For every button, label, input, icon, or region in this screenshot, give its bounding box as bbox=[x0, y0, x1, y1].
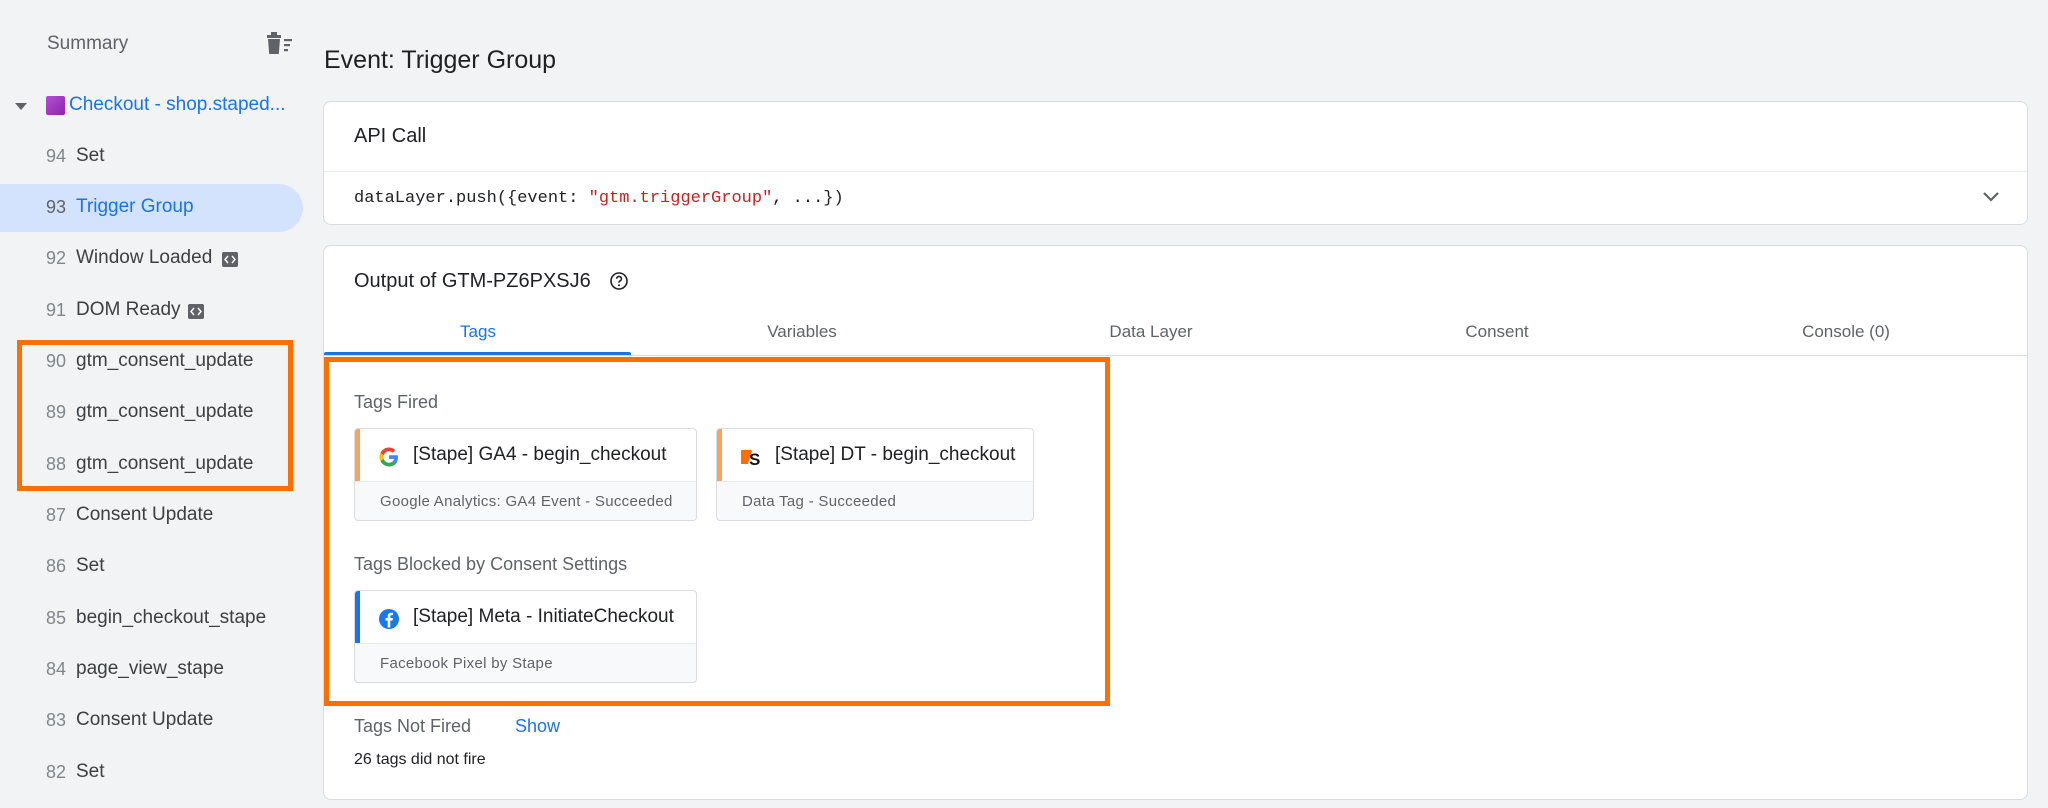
event-item[interactable]: 87 Consent Update bbox=[0, 492, 303, 540]
event-item[interactable]: 82 Set bbox=[0, 749, 303, 797]
event-name: begin_checkout_stape bbox=[76, 607, 267, 628]
code-badge-icon bbox=[188, 304, 204, 319]
event-number: 84 bbox=[46, 659, 67, 679]
api-call-code: dataLayer.push({event: "gtm.triggerGroup… bbox=[354, 189, 844, 208]
event-number: 91 bbox=[46, 300, 67, 320]
code-badge-icon bbox=[222, 252, 238, 267]
tab-tags[interactable]: Tags bbox=[460, 322, 496, 342]
event-number: 86 bbox=[46, 556, 67, 576]
summary-label: Summary bbox=[47, 33, 129, 54]
clear-messages-icon[interactable] bbox=[264, 30, 294, 58]
event-name: Set bbox=[76, 555, 105, 576]
tab-data-layer[interactable]: Data Layer bbox=[1109, 322, 1192, 342]
summary-row[interactable]: Summary bbox=[0, 20, 300, 68]
code-suffix: , ...}) bbox=[772, 189, 844, 208]
event-name: Consent Update bbox=[76, 504, 214, 525]
highlight-box-tags bbox=[324, 357, 1110, 706]
event-item[interactable]: 86 Set bbox=[0, 543, 303, 591]
highlight-box-consent-updates bbox=[17, 340, 293, 491]
event-name: Consent Update bbox=[76, 709, 214, 730]
api-call-title: API Call bbox=[354, 125, 427, 147]
event-number: 87 bbox=[46, 505, 67, 525]
page-title: Event: Trigger Group bbox=[324, 46, 557, 74]
event-number: 94 bbox=[46, 146, 67, 166]
event-name: DOM Ready bbox=[76, 299, 181, 320]
event-number: 93 bbox=[46, 197, 67, 217]
event-number: 85 bbox=[46, 608, 67, 628]
caret-down-icon[interactable] bbox=[14, 102, 28, 112]
container-name[interactable]: Checkout - shop.staped... bbox=[69, 94, 295, 116]
event-item[interactable]: 84 page_view_stape bbox=[0, 646, 303, 694]
event-name: Window Loaded bbox=[76, 247, 213, 268]
output-tabs: Tags Variables Data Layer Consent Consol… bbox=[324, 304, 2027, 356]
code-event-string: "gtm.triggerGroup" bbox=[588, 189, 773, 208]
container-color-icon bbox=[46, 96, 65, 115]
output-title: Output of GTM-PZ6PXSJ6 bbox=[354, 270, 591, 292]
event-name: page_view_stape bbox=[76, 658, 224, 679]
event-number: 82 bbox=[46, 762, 67, 782]
tab-console[interactable]: Console (0) bbox=[1802, 322, 1890, 342]
show-not-fired-button[interactable]: Show bbox=[515, 716, 560, 737]
event-item[interactable]: 92 Window Loaded bbox=[0, 235, 303, 283]
event-item[interactable]: 85 begin_checkout_stape bbox=[0, 595, 303, 643]
event-item[interactable]: 83 Consent Update bbox=[0, 697, 303, 745]
not-fired-count: 26 tags did not fire bbox=[354, 751, 486, 768]
event-item-active[interactable]: 93 Trigger Group bbox=[0, 184, 303, 232]
code-prefix: dataLayer.push({event: bbox=[354, 189, 589, 208]
tags-not-fired-label: Tags Not Fired bbox=[354, 716, 472, 736]
api-call-card: API Call dataLayer.push({event: "gtm.tri… bbox=[323, 101, 2028, 225]
event-name: Set bbox=[76, 761, 105, 782]
active-tab-indicator bbox=[324, 352, 631, 355]
event-number: 83 bbox=[46, 710, 67, 730]
chevron-down-icon[interactable] bbox=[1981, 190, 2001, 204]
event-number: 92 bbox=[46, 248, 67, 268]
help-icon[interactable] bbox=[609, 271, 629, 291]
event-name: Set bbox=[76, 145, 105, 166]
event-name: Trigger Group bbox=[76, 196, 194, 217]
divider bbox=[324, 171, 2027, 172]
event-item[interactable]: 94 Set bbox=[0, 133, 303, 181]
event-sidebar: Summary Checkout - shop.staped... 94 Set… bbox=[0, 0, 308, 808]
event-item[interactable]: 91 DOM Ready bbox=[0, 287, 303, 335]
tab-variables[interactable]: Variables bbox=[767, 322, 837, 342]
tab-consent[interactable]: Consent bbox=[1465, 322, 1528, 342]
